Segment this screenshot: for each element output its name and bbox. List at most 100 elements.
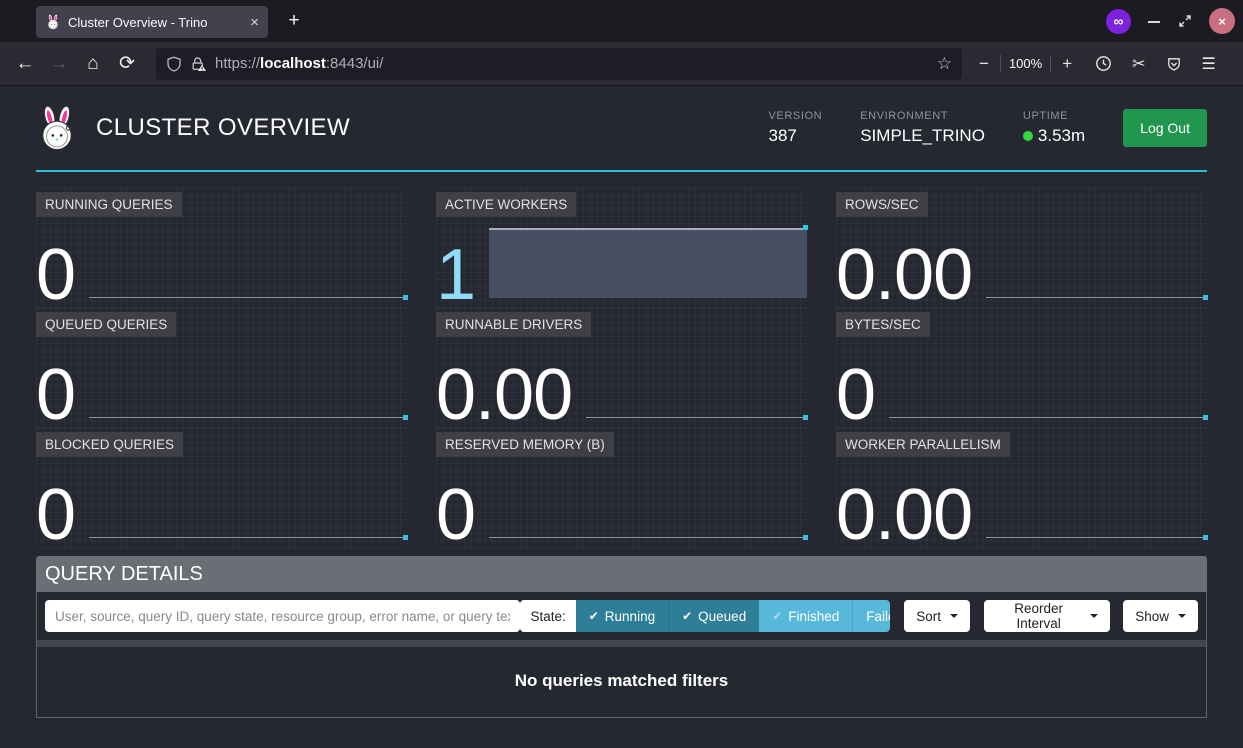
stats-grid: RUNNING QUERIES 0 ACTIVE WORKERS 1 ROWS/SEC 0… bbox=[36, 188, 1207, 548]
window-close-button[interactable]: × bbox=[1209, 8, 1235, 34]
new-tab-button[interactable]: + bbox=[280, 7, 308, 35]
sparkline-endpoint-dot bbox=[1203, 415, 1208, 420]
stat-tile-label: ACTIVE WORKERS bbox=[436, 192, 576, 217]
uptime-block: UPTIME 3.53m bbox=[1023, 110, 1085, 146]
state-filter-text: Running bbox=[605, 609, 655, 624]
chevron-down-icon bbox=[1178, 614, 1186, 618]
query-details-panel: State: ✔ Running ✔ Queued ✔Finished Failed So… bbox=[36, 592, 1207, 718]
reorder-interval-label: Reorder Interval bbox=[996, 601, 1081, 631]
zoom-out-button[interactable]: − bbox=[976, 54, 992, 74]
stat-tile-label: QUEUED QUERIES bbox=[36, 312, 176, 337]
stat-tile-value: 0 bbox=[36, 243, 89, 308]
check-icon: ✔ bbox=[589, 609, 599, 623]
environment-block: ENVIRONMENT SIMPLE_TRINO bbox=[860, 110, 985, 146]
stat-tile-value: 0.00 bbox=[836, 483, 986, 548]
chevron-down-icon bbox=[1090, 614, 1098, 618]
sparkline-flat bbox=[586, 348, 807, 418]
sparkline-endpoint-dot bbox=[1203, 295, 1208, 300]
stat-tile-value: 0 bbox=[36, 363, 89, 428]
sparkline-flat bbox=[889, 348, 1207, 418]
stat-tile-label: BYTES/SEC bbox=[836, 312, 930, 337]
stat-tile-label: ROWS/SEC bbox=[836, 192, 928, 217]
menu-hamburger-icon[interactable]: ☰ bbox=[1202, 54, 1216, 74]
sparkline-endpoint-dot bbox=[403, 415, 408, 420]
zoom-level[interactable]: 100% bbox=[1009, 56, 1042, 71]
sparkline-filled bbox=[489, 228, 807, 298]
stat-tile-label: RESERVED MEMORY (B) bbox=[436, 432, 614, 457]
stat-tile-value: 1 bbox=[436, 243, 489, 308]
trino-logo bbox=[36, 104, 78, 152]
check-icon: ✔ bbox=[772, 609, 782, 623]
page-header: CLUSTER OVERVIEW VERSION 387 ENVIRONMENT… bbox=[36, 86, 1207, 172]
stat-tile-label: WORKER PARALLELISM bbox=[836, 432, 1010, 457]
pocket-save-icon[interactable] bbox=[1166, 56, 1182, 72]
sparkline-flat bbox=[986, 468, 1207, 538]
url-scheme: https:// bbox=[215, 55, 260, 72]
query-search-input[interactable] bbox=[45, 600, 520, 632]
screenshot-scissors-icon[interactable]: ✂ bbox=[1132, 54, 1145, 74]
stat-tile-value: 0 bbox=[836, 363, 889, 428]
sort-label: Sort bbox=[916, 609, 941, 624]
history-clock-icon[interactable] bbox=[1095, 55, 1112, 72]
state-filter-text: Failed bbox=[866, 609, 890, 624]
lock-warning-icon[interactable] bbox=[190, 56, 207, 72]
sparkline-endpoint-dot bbox=[403, 295, 408, 300]
chevron-down-icon bbox=[950, 614, 958, 618]
state-filter-queued[interactable]: ✔ Queued bbox=[668, 600, 759, 632]
stat-tile-value: 0 bbox=[36, 483, 89, 548]
url-path: :8443/ui/ bbox=[326, 55, 384, 72]
browser-tab-bar: Cluster Overview - Trino × + ∞ × bbox=[0, 0, 1243, 42]
state-filter-failed[interactable]: Failed bbox=[852, 600, 890, 632]
version-value: 387 bbox=[769, 126, 823, 146]
tab-close-icon[interactable]: × bbox=[250, 15, 259, 30]
show-dropdown-button[interactable]: Show bbox=[1123, 600, 1198, 632]
show-label: Show bbox=[1135, 609, 1169, 624]
state-filter-running[interactable]: ✔ Running bbox=[576, 600, 668, 632]
uptime-label: UPTIME bbox=[1023, 110, 1085, 122]
browser-toolbar: ← → ⌂ ⟳ https://localhost:8443/ui/ ☆ − 1… bbox=[0, 42, 1243, 86]
extension-icon[interactable]: ∞ bbox=[1106, 9, 1131, 34]
window-minimize-button[interactable] bbox=[1147, 14, 1161, 28]
url-host: localhost bbox=[260, 55, 326, 72]
check-icon: ✔ bbox=[682, 609, 692, 623]
forward-button: → bbox=[42, 49, 76, 79]
reorder-interval-dropdown-button[interactable]: Reorder Interval bbox=[984, 600, 1110, 632]
back-button[interactable]: ← bbox=[8, 49, 42, 79]
logout-button[interactable]: Log Out bbox=[1123, 109, 1207, 147]
version-label: VERSION bbox=[769, 110, 823, 122]
stat-tile-value: 0.00 bbox=[436, 363, 586, 428]
reload-button[interactable]: ⟳ bbox=[110, 49, 144, 79]
separator bbox=[1050, 55, 1051, 72]
sparkline-endpoint-dot bbox=[403, 535, 408, 540]
url-text[interactable]: https://localhost:8443/ui/ bbox=[215, 55, 929, 72]
tracking-shield-icon[interactable] bbox=[166, 56, 182, 72]
stat-tile-label: RUNNING QUERIES bbox=[36, 192, 182, 217]
sparkline-flat bbox=[89, 348, 407, 418]
state-filter-group: State: ✔ Running ✔ Queued ✔Finished Failed bbox=[520, 600, 890, 632]
state-filter-text: Queued bbox=[698, 609, 746, 624]
environment-label: ENVIRONMENT bbox=[860, 110, 985, 122]
uptime-value: 3.53m bbox=[1038, 126, 1085, 146]
browser-window: Cluster Overview - Trino × + ∞ × ← → ⌂ ⟳ bbox=[0, 0, 1243, 748]
bookmark-star-icon[interactable]: ☆ bbox=[937, 54, 952, 74]
home-button[interactable]: ⌂ bbox=[76, 49, 110, 79]
window-restore-button[interactable] bbox=[1177, 13, 1193, 29]
sparkline-endpoint-dot bbox=[1203, 535, 1208, 540]
sort-dropdown-button[interactable]: Sort bbox=[904, 600, 970, 632]
stat-tile-value: 0 bbox=[436, 483, 489, 548]
separator bbox=[1000, 55, 1001, 72]
query-filter-toolbar: State: ✔ Running ✔ Queued ✔Finished Failed So… bbox=[37, 592, 1206, 640]
stat-tile-worker-parallelism: WORKER PARALLELISM 0.00 bbox=[836, 428, 1207, 548]
page-title: CLUSTER OVERVIEW bbox=[96, 114, 350, 142]
state-filter-finished[interactable]: ✔Finished bbox=[759, 600, 852, 632]
sparkline-flat bbox=[986, 228, 1207, 298]
empty-queries-message: No queries matched filters bbox=[37, 647, 1206, 691]
url-bar[interactable]: https://localhost:8443/ui/ ☆ bbox=[156, 48, 962, 80]
zoom-in-button[interactable]: + bbox=[1059, 54, 1075, 74]
browser-tab-cluster-overview[interactable]: Cluster Overview - Trino × bbox=[36, 6, 268, 38]
version-block: VERSION 387 bbox=[769, 110, 823, 146]
stat-tile-rows-sec: ROWS/SEC 0.00 bbox=[836, 188, 1207, 308]
state-filter-label: State: bbox=[520, 600, 575, 632]
uptime-status-dot bbox=[1023, 131, 1033, 141]
stat-tile-value: 0.00 bbox=[836, 243, 986, 308]
